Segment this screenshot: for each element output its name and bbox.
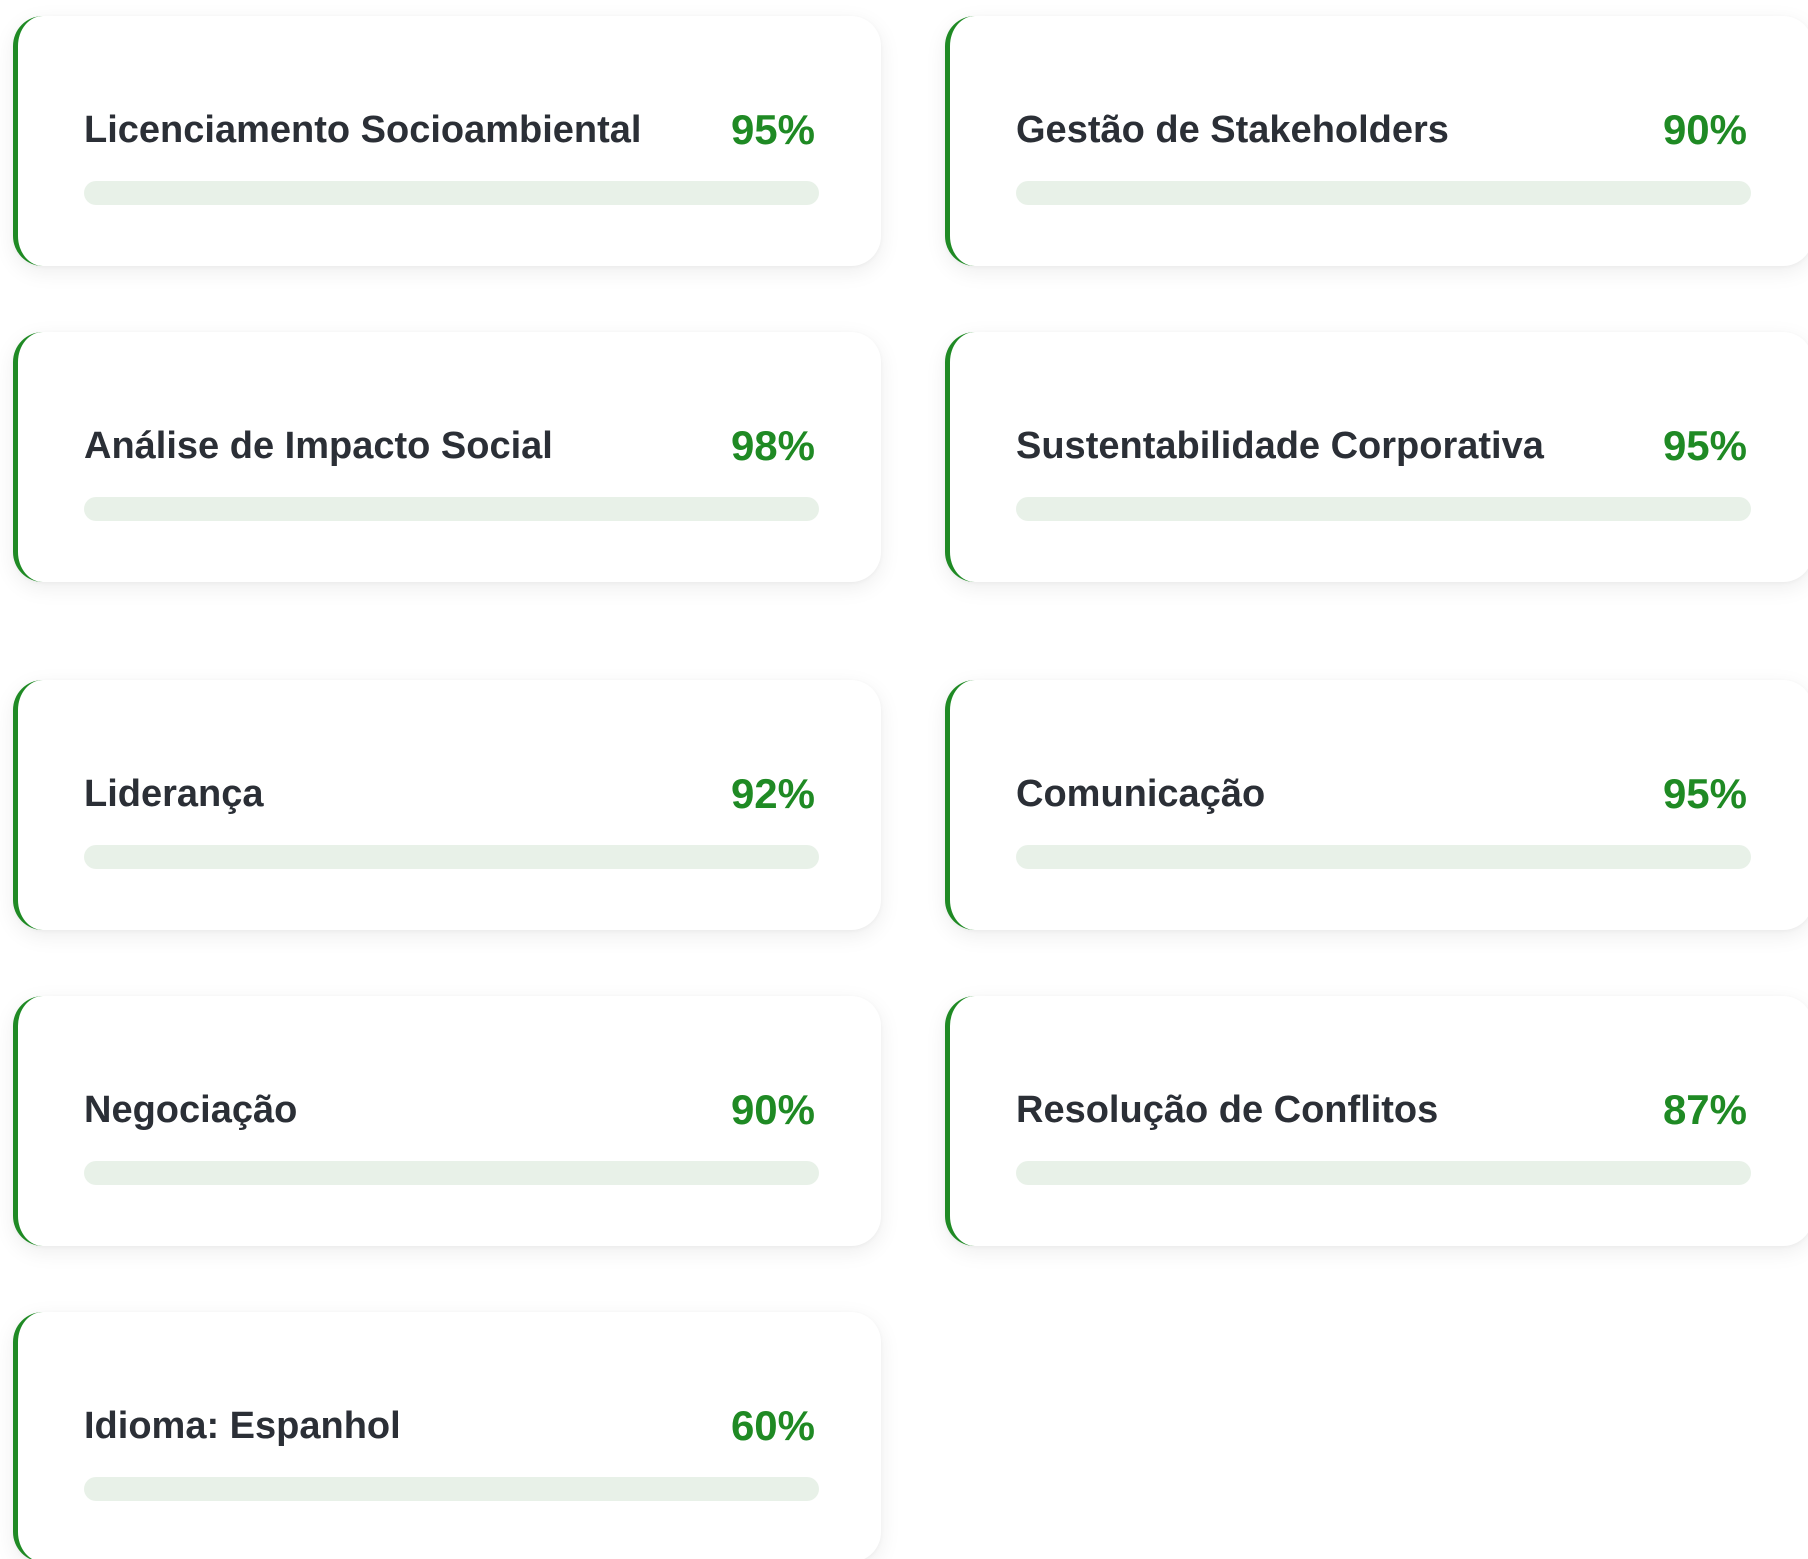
skill-card-idioma-espanhol: Idioma: Espanhol 60% bbox=[13, 1312, 881, 1559]
skill-progress-track bbox=[1016, 1161, 1751, 1185]
skill-label: Negociação bbox=[84, 1089, 298, 1131]
skill-progress-fill bbox=[1016, 181, 1678, 205]
skill-label: Análise de Impacto Social bbox=[84, 425, 553, 467]
skill-progress-fill bbox=[84, 845, 760, 869]
skill-card-sustentabilidade-corporativa: Sustentabilidade Corporativa 95% bbox=[945, 332, 1808, 582]
skill-progress-track bbox=[84, 845, 819, 869]
skills-grid: Licenciamento Socioambiental 95% Gestão … bbox=[0, 0, 1808, 1559]
skill-label: Sustentabilidade Corporativa bbox=[1016, 425, 1544, 467]
skill-progress-track bbox=[1016, 845, 1751, 869]
skill-percentage: 90% bbox=[1662, 106, 1747, 153]
skill-percentage: 95% bbox=[730, 106, 815, 153]
skill-card-lideranca: Liderança 92% bbox=[13, 680, 881, 930]
skill-progress-track bbox=[84, 181, 819, 205]
skill-percentage: 92% bbox=[730, 770, 815, 817]
skill-card-comunicacao: Comunicação 95% bbox=[945, 680, 1808, 930]
skill-label: Gestão de Stakeholders bbox=[1016, 109, 1449, 151]
skill-label: Idioma: Espanhol bbox=[84, 1405, 401, 1447]
skill-progress-track bbox=[84, 1477, 819, 1501]
skill-progress-track bbox=[84, 1161, 819, 1185]
skill-label: Comunicação bbox=[1016, 773, 1266, 815]
skill-progress-fill bbox=[1016, 845, 1714, 869]
skill-progress-track bbox=[84, 497, 819, 521]
skill-percentage: 60% bbox=[730, 1402, 815, 1449]
skill-label: Resolução de Conflitos bbox=[1016, 1089, 1439, 1131]
skill-progress-fill bbox=[84, 181, 782, 205]
skill-card-gestao-de-stakeholders: Gestão de Stakeholders 90% bbox=[945, 16, 1808, 266]
skill-card-analise-de-impacto-social: Análise de Impacto Social 98% bbox=[13, 332, 881, 582]
skill-card-resolucao-de-conflitos: Resolução de Conflitos 87% bbox=[945, 996, 1808, 1246]
skill-percentage: 90% bbox=[730, 1086, 815, 1133]
skill-percentage: 87% bbox=[1662, 1086, 1747, 1133]
skill-progress-track bbox=[1016, 181, 1751, 205]
skill-progress-track bbox=[1016, 497, 1751, 521]
skill-percentage: 98% bbox=[730, 422, 815, 469]
skill-card-licenciamento-socioambiental: Licenciamento Socioambiental 95% bbox=[13, 16, 881, 266]
skill-label: Licenciamento Socioambiental bbox=[84, 109, 642, 151]
skill-percentage: 95% bbox=[1662, 422, 1747, 469]
skill-progress-fill bbox=[1016, 497, 1714, 521]
skill-percentage: 95% bbox=[1662, 770, 1747, 817]
skill-progress-fill bbox=[84, 1161, 746, 1185]
skill-card-negociacao: Negociação 90% bbox=[13, 996, 881, 1246]
skill-progress-fill bbox=[84, 1477, 525, 1501]
skill-progress-fill bbox=[84, 497, 804, 521]
skill-progress-fill bbox=[1016, 1161, 1655, 1185]
skill-label: Liderança bbox=[84, 773, 264, 815]
